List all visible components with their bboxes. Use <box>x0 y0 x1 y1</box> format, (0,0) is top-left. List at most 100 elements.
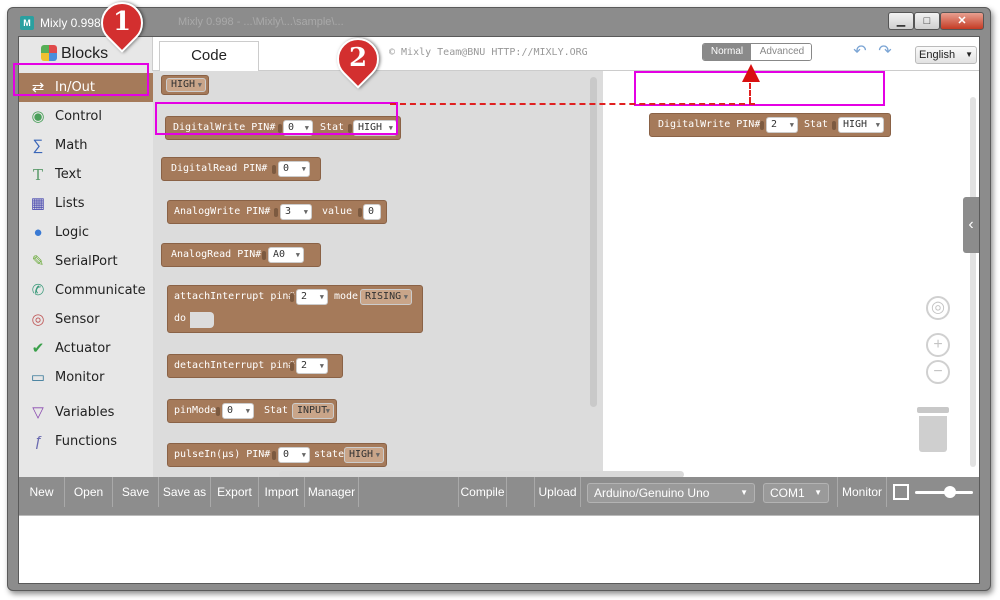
output-console[interactable] <box>19 515 979 583</box>
open-button[interactable]: Open <box>65 477 113 507</box>
puzzle-icon <box>41 45 57 61</box>
undo-icon[interactable]: ↶ <box>851 43 869 61</box>
serial-icon: ✎ <box>31 253 45 270</box>
input-notch <box>760 121 764 130</box>
block-label: pulseIn(μs) PIN# <box>174 449 271 460</box>
sidebar-item-communicate[interactable]: ✆ Communicate <box>19 276 153 305</box>
input-notch <box>274 208 278 217</box>
redo-icon[interactable]: ↷ <box>876 43 894 61</box>
tab-blocks-label: Blocks <box>61 45 109 62</box>
block-pulsein[interactable]: pulseIn(μs) PIN# 0 ▼ state HIGH ▼ <box>167 443 387 467</box>
block-pinmode[interactable]: pinMode 0 ▼ Stat INPUT ▼ <box>167 399 337 423</box>
sidebar-item-actuator[interactable]: ✔ Actuator <box>19 334 153 363</box>
save-as-button[interactable]: Save as <box>159 477 211 507</box>
window-title: Mixly 0.998 <box>40 16 101 30</box>
tab-code[interactable]: Code <box>159 41 259 71</box>
close-button[interactable]: ✕ <box>940 12 984 30</box>
pin-dropdown[interactable]: A0 ▼ <box>268 247 304 263</box>
block-analogread[interactable]: AnalogRead PIN# A0 ▼ <box>161 243 321 267</box>
window-ghost-title: Mixly 0.998 - ...\Mixly\...\sample\... <box>178 16 344 28</box>
sensor-icon: ◎ <box>31 311 45 328</box>
compile-button[interactable]: Compile <box>459 477 507 507</box>
sidebar-item-sensor[interactable]: ◎ Sensor <box>19 305 153 334</box>
toolbar-spacer <box>359 477 459 507</box>
value-field[interactable]: 0 <box>363 204 381 220</box>
block-detachinterrupt[interactable]: detachInterrupt pin# 2 ▼ <box>167 354 343 378</box>
mode-advanced-button[interactable]: Advanced <box>751 44 811 60</box>
state-dropdown[interactable]: HIGH ▼ <box>344 447 384 463</box>
recenter-icon[interactable]: ◎ <box>926 296 950 320</box>
export-button[interactable]: Export <box>211 477 259 507</box>
sidebar-item-lists[interactable]: ▦ Lists <box>19 189 153 218</box>
block-label: AnalogRead PIN# <box>171 249 262 260</box>
board-select[interactable]: Arduino/Genuino Uno ▼ <box>587 483 755 503</box>
monitor-button[interactable]: Monitor <box>837 477 887 507</box>
sidebar-item-functions[interactable]: ƒ Functions <box>19 427 153 456</box>
pin-dropdown[interactable]: 3 ▼ <box>280 204 312 220</box>
minimize-button[interactable]: ▁ <box>888 12 914 30</box>
variables-icon: ▽ <box>32 404 44 421</box>
language-select[interactable]: English ▼ <box>915 46 977 64</box>
sidebar-item-serialport[interactable]: ✎ SerialPort <box>19 247 153 276</box>
stat-dropdown[interactable]: HIGH ▼ <box>838 117 884 133</box>
block-attachinterrupt[interactable]: attachInterrupt pin# 2 ▼ mode RISING ▼ d… <box>167 285 423 333</box>
sidebar-item-variables[interactable]: ▽ Variables <box>19 398 153 427</box>
zoom-in-icon[interactable]: + <box>926 333 950 357</box>
save-button[interactable]: Save <box>113 477 159 507</box>
workspace-block-digitalwrite[interactable]: DigitalWrite PIN# 2 ▼ Stat HIGH ▼ <box>649 113 891 137</box>
new-button[interactable]: New <box>19 477 65 507</box>
port-select[interactable]: COM1 ▼ <box>763 483 829 503</box>
upload-button[interactable]: Upload <box>535 477 581 507</box>
block-high[interactable]: HIGH ▼ <box>161 75 209 95</box>
chip-icon[interactable] <box>893 484 909 500</box>
collapse-panel-icon[interactable]: ‹ <box>963 197 979 253</box>
block-analogwrite[interactable]: AnalogWrite PIN# 3 ▼ value 0 <box>167 200 387 224</box>
stat-value: INPUT <box>297 405 328 416</box>
sidebar-item-label: Text <box>55 167 82 182</box>
pin-value: 3 <box>285 206 292 217</box>
zoom-slider-knob[interactable] <box>943 486 956 498</box>
sidebar-item-monitor[interactable]: ▭ Monitor <box>19 363 153 392</box>
mixly-app-icon: M <box>20 16 34 30</box>
sidebar-item-label: Variables <box>55 405 115 420</box>
step-marker-1: 1 <box>112 7 132 37</box>
block-high-dropdown[interactable]: HIGH ▼ <box>166 78 206 92</box>
pin-dropdown[interactable]: 2 ▼ <box>296 289 328 305</box>
state-value: HIGH <box>349 449 374 460</box>
sidebar-item-label: Monitor <box>55 370 105 385</box>
block-label: AnalogWrite PIN# <box>174 206 271 217</box>
sidebar-item-math[interactable]: ∑ Math <box>19 131 153 160</box>
workspace-vertical-scrollbar[interactable] <box>970 97 976 467</box>
bulb-icon: ● <box>33 224 43 241</box>
pin-dropdown[interactable]: 2 ▼ <box>296 358 328 374</box>
pinmode-stat-dropdown[interactable]: INPUT ▼ <box>292 403 334 419</box>
chevron-down-icon: ▼ <box>325 407 330 415</box>
block-label: pinMode <box>174 405 217 416</box>
sidebar-item-logic[interactable]: ● Logic <box>19 218 153 247</box>
chevron-down-icon: ▼ <box>814 488 822 497</box>
trash-icon[interactable] <box>917 407 949 453</box>
maximize-button[interactable]: □ <box>914 12 940 30</box>
state-label: state <box>314 449 345 460</box>
pin-dropdown[interactable]: 0 ▼ <box>278 161 310 177</box>
mode-normal-button[interactable]: Normal <box>703 44 751 60</box>
zoom-slider[interactable] <box>915 486 973 498</box>
sidebar-item-control[interactable]: ◉ Control <box>19 102 153 131</box>
mode-label: mode <box>334 291 359 302</box>
flyout-scrollbar[interactable] <box>590 77 597 407</box>
language-value: English <box>919 49 956 61</box>
manager-button[interactable]: Manager <box>305 477 359 507</box>
sidebar-item-label: Actuator <box>55 341 111 356</box>
import-button[interactable]: Import <box>259 477 305 507</box>
pin-dropdown[interactable]: 0 ▼ <box>278 447 310 463</box>
block-digitalread[interactable]: DigitalRead PIN# 0 ▼ <box>161 157 321 181</box>
title-bar: M Mixly 0.998 Mixly 0.998 - ...\Mixly\..… <box>8 8 990 36</box>
actuator-icon: ✔ <box>31 340 45 357</box>
pin-dropdown[interactable]: 2 ▼ <box>766 117 798 133</box>
zoom-out-icon[interactable]: − <box>926 360 950 384</box>
sidebar-item-text[interactable]: T Text <box>19 160 153 189</box>
input-notch <box>216 407 220 416</box>
lists-icon: ▦ <box>30 195 46 212</box>
mode-dropdown[interactable]: RISING ▼ <box>360 289 412 305</box>
pin-dropdown[interactable]: 0 ▼ <box>222 403 254 419</box>
